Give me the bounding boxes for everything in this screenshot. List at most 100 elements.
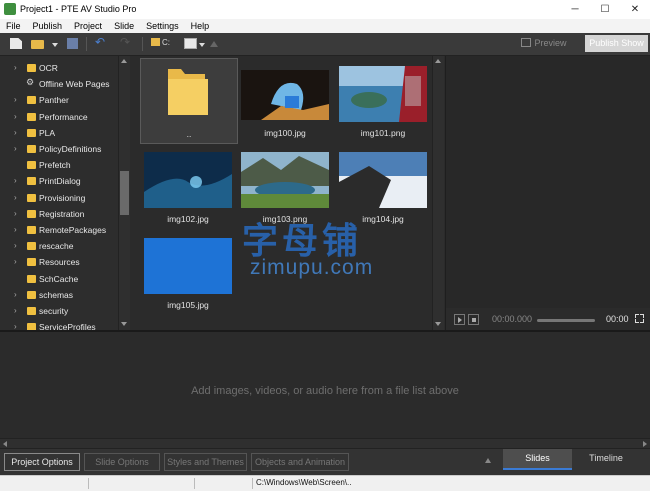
scroll-right-icon[interactable] <box>643 441 647 447</box>
slide-drop-zone[interactable]: Add images, videos, or audio here from a… <box>0 332 650 438</box>
folder-tree-item[interactable]: › Resources <box>0 254 118 270</box>
file-name: img101.png <box>360 128 406 138</box>
minimize-button[interactable]: ─ <box>560 0 590 19</box>
folder-label: Registration <box>39 208 85 219</box>
menu-publish[interactable]: Publish <box>27 19 69 33</box>
chevron-right-icon[interactable]: › <box>14 176 17 185</box>
chevron-down-icon <box>199 43 205 47</box>
playback-slider[interactable] <box>537 319 595 322</box>
play-icon[interactable] <box>454 314 465 325</box>
chevron-right-icon[interactable]: › <box>14 144 17 153</box>
folder-label: ServiceProfiles <box>39 322 96 330</box>
chevron-right-icon[interactable]: › <box>14 225 17 234</box>
folder-tree-item[interactable]: › Registration <box>0 206 118 222</box>
scrollbar-thumb[interactable] <box>120 171 129 215</box>
redo-icon[interactable]: ↷ <box>120 36 130 48</box>
chevron-right-icon[interactable]: › <box>14 112 17 121</box>
file-tile[interactable]: img105.jpg <box>140 236 236 320</box>
objects-animation-button[interactable]: Objects and Animation <box>251 453 349 471</box>
chevron-right-icon[interactable]: › <box>14 209 17 218</box>
scroll-down-icon[interactable] <box>121 322 127 326</box>
folder-label: Prefetch <box>39 160 71 171</box>
folder-label: PLA <box>39 127 56 138</box>
file-name: img100.jpg <box>264 128 306 138</box>
folder-tree-item[interactable]: › PrintDialog <box>0 173 118 189</box>
drive-label: C: <box>162 38 170 47</box>
open-folder-icon[interactable] <box>31 40 44 49</box>
open-dropdown-icon[interactable] <box>52 43 58 47</box>
file-tile[interactable]: img100.jpg <box>237 58 333 142</box>
tab-slides[interactable]: Slides <box>503 449 572 470</box>
view-mode-selector[interactable] <box>184 38 205 49</box>
menu-project[interactable]: Project <box>68 19 108 33</box>
styles-themes-button[interactable]: Styles and Themes <box>164 453 247 471</box>
folder-tree-item[interactable]: › RemotePackages <box>0 222 118 238</box>
folder-tree-item[interactable]: › ServiceProfiles <box>0 319 118 330</box>
tab-timeline[interactable]: Timeline <box>572 449 640 468</box>
file-list-scrollbar[interactable] <box>432 56 444 330</box>
folder-tree-scrollbar[interactable] <box>118 56 130 330</box>
folder-tree-item[interactable]: › security <box>0 303 118 319</box>
folder-icon <box>27 64 36 72</box>
chevron-right-icon[interactable]: › <box>14 322 17 330</box>
project-options-button[interactable]: Project Options <box>4 453 80 471</box>
collapse-panel-icon[interactable] <box>485 458 491 463</box>
folder-tree-item[interactable]: SchCache <box>0 271 118 287</box>
stop-icon[interactable] <box>468 314 479 325</box>
folder-tree-item[interactable]: › schemas <box>0 287 118 303</box>
save-icon[interactable] <box>67 38 78 49</box>
menu-file[interactable]: File <box>0 19 27 33</box>
folder-tree[interactable]: › OCR ⚙ Offline Web Pages › Panther › Performan… <box>0 56 130 330</box>
chevron-right-icon[interactable]: › <box>14 193 17 202</box>
folder-tree-item[interactable]: › PolicyDefinitions <box>0 141 118 157</box>
scroll-down-icon[interactable] <box>435 322 441 326</box>
file-tile-parent[interactable]: .. <box>140 58 238 144</box>
publish-show-button[interactable]: Publish Show <box>585 35 648 52</box>
folder-label: PolicyDefinitions <box>39 144 102 154</box>
folder-tree-item[interactable]: › Panther <box>0 92 118 108</box>
folder-icon <box>27 193 36 202</box>
file-name: img105.jpg <box>167 300 209 310</box>
preview-button[interactable]: Preview <box>520 35 568 52</box>
folder-up-icon[interactable] <box>210 41 218 47</box>
file-tile[interactable]: img103.png <box>237 150 333 234</box>
file-tile[interactable]: img101.png <box>335 58 431 142</box>
app-icon <box>4 3 16 15</box>
file-list[interactable]: .. img100.jpg img101.png img102.jpg img1… <box>131 56 432 330</box>
scroll-up-icon[interactable] <box>435 59 441 63</box>
folder-tree-item[interactable]: › rescache <box>0 238 118 254</box>
undo-icon[interactable]: ↶ <box>95 36 105 48</box>
chevron-right-icon[interactable]: › <box>14 306 17 315</box>
maximize-button[interactable]: ☐ <box>590 0 620 19</box>
folder-label: Panther <box>39 95 69 106</box>
folder-tree-item[interactable]: › OCR <box>0 60 118 76</box>
new-project-icon[interactable] <box>10 38 22 49</box>
slide-options-button[interactable]: Slide Options <box>84 453 160 471</box>
scroll-left-icon[interactable] <box>3 441 7 447</box>
menu-slide[interactable]: Slide <box>108 19 140 33</box>
web-folder-icon: ⚙ <box>26 77 35 88</box>
drive-selector[interactable]: C: <box>151 38 170 49</box>
file-tile[interactable]: img104.jpg <box>335 150 431 234</box>
folder-tree-item[interactable]: › Provisioning <box>0 190 118 206</box>
close-button[interactable]: ✕ <box>620 0 650 19</box>
folder-tree-item[interactable]: › Performance <box>0 109 118 125</box>
chevron-right-icon[interactable]: › <box>14 290 17 299</box>
folder-label: Offline Web Pages <box>39 79 110 90</box>
folder-tree-item[interactable]: ⚙ Offline Web Pages <box>0 76 118 92</box>
menu-settings[interactable]: Settings <box>140 19 185 33</box>
menu-help[interactable]: Help <box>185 19 216 33</box>
chevron-right-icon[interactable]: › <box>14 241 17 250</box>
chevron-right-icon[interactable]: › <box>14 257 17 266</box>
chevron-right-icon[interactable]: › <box>14 63 17 72</box>
chevron-right-icon[interactable]: › <box>14 95 17 104</box>
folder-tree-item[interactable]: Prefetch <box>0 157 118 173</box>
folder-tree-item[interactable]: › PLA <box>0 125 118 141</box>
current-time: 00:00.000 <box>492 314 533 324</box>
chevron-right-icon[interactable]: › <box>14 128 17 137</box>
folder-label: Provisioning <box>39 192 86 203</box>
fullscreen-icon[interactable] <box>635 314 644 323</box>
slides-scrollbar[interactable] <box>0 438 650 448</box>
scroll-up-icon[interactable] <box>121 59 127 63</box>
file-tile[interactable]: img102.jpg <box>140 150 236 234</box>
